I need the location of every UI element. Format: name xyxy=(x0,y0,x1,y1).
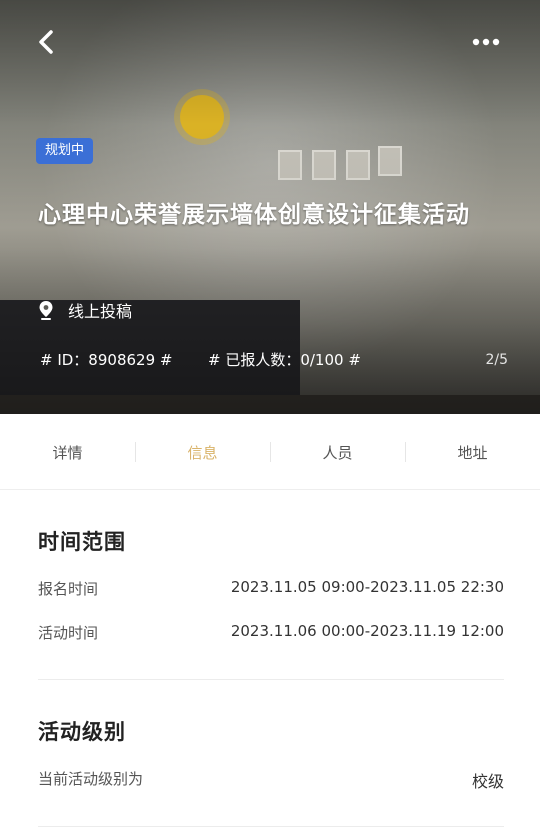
level-label: 当前活动级别为 xyxy=(38,770,144,788)
signup-count: # 已报人数：0/100 # xyxy=(208,351,361,369)
tab-details[interactable]: 详情 xyxy=(0,414,135,489)
tab-address[interactable]: 地址 xyxy=(405,414,540,489)
chevron-left-icon xyxy=(39,30,53,54)
status-badge: 规划中 xyxy=(36,138,94,164)
signup-time-row: 报名时间 2023.11.05 09:00-2023.11.05 22:30 xyxy=(38,578,504,599)
level-section-title: 活动级别 xyxy=(38,716,504,746)
activity-time-row: 活动时间 2023.11.06 00:00-2023.11.19 12:00 xyxy=(38,622,504,643)
location-text: 线上投稿 xyxy=(68,302,133,321)
more-horizontal-icon xyxy=(472,38,500,46)
signup-time-label: 报名时间 xyxy=(38,580,99,598)
section-divider xyxy=(38,826,504,827)
hero-banner: 规划中 心理中心荣誉展示墙体创意设计征集活动 线上投稿 # ID：8908629… xyxy=(0,0,540,414)
section-divider xyxy=(38,679,504,680)
image-page-indicator: 2/5 xyxy=(485,351,508,368)
tab-info[interactable]: 信息 xyxy=(135,414,270,489)
more-button[interactable] xyxy=(466,26,506,58)
activity-time-label: 活动时间 xyxy=(38,624,99,642)
map-pin-icon xyxy=(39,301,53,320)
activity-time-value: 2023.11.06 00:00-2023.11.19 12:00 xyxy=(230,622,504,640)
location-row: 线上投稿 xyxy=(38,298,132,322)
activity-id: # ID：8908629 # xyxy=(40,351,173,369)
signup-time-value: 2023.11.05 09:00-2023.11.05 22:30 xyxy=(230,578,504,596)
section-heading: 活动级别 xyxy=(38,720,126,744)
level-row: 当前活动级别为 校级 xyxy=(38,768,504,792)
time-section-title: 时间范围 xyxy=(38,526,504,556)
section-heading: 时间范围 xyxy=(38,530,126,554)
tab-bar: 详情 信息 人员 地址 xyxy=(0,414,540,490)
tab-people[interactable]: 人员 xyxy=(270,414,405,489)
back-button[interactable] xyxy=(30,26,62,58)
stats-row: # ID：8908629 # # 已报人数：0/100 # 2/5 xyxy=(40,349,508,370)
activity-title: 心理中心荣誉展示墙体创意设计征集活动 xyxy=(38,202,470,228)
level-value: 校级 xyxy=(471,772,504,791)
